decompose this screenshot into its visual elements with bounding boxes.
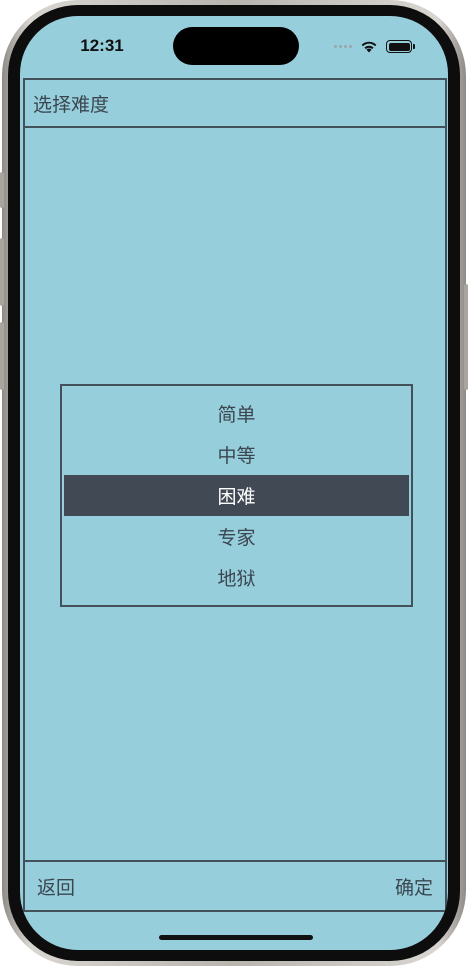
footer-bar: 返回 确定 <box>25 860 445 910</box>
wifi-icon <box>361 41 377 53</box>
screen: 12:31 选择难度 简单 中等 困难 专家 地狱 返回 确定 <box>20 16 448 950</box>
signal-dots-icon <box>334 45 352 48</box>
header-bar: 选择难度 <box>25 80 445 128</box>
side-button-power <box>464 284 468 390</box>
page-title: 选择难度 <box>33 93 110 116</box>
confirm-button[interactable]: 确定 <box>395 873 433 900</box>
side-button-action <box>0 172 4 208</box>
difficulty-option[interactable]: 地狱 <box>64 557 409 598</box>
status-time: 12:31 <box>80 36 124 55</box>
difficulty-option[interactable]: 专家 <box>64 516 409 557</box>
difficulty-option[interactable]: 简单 <box>64 393 409 434</box>
phone-frame: 12:31 选择难度 简单 中等 困难 专家 地狱 返回 确定 <box>0 0 468 966</box>
dynamic-island <box>173 27 299 65</box>
side-button-volume-down <box>0 322 4 390</box>
difficulty-picker[interactable]: 简单 中等 困难 专家 地狱 <box>60 384 413 607</box>
home-indicator[interactable] <box>159 935 313 940</box>
battery-icon <box>386 40 415 53</box>
game-panel: 选择难度 简单 中等 困难 专家 地狱 返回 确定 <box>23 78 447 912</box>
side-button-volume-up <box>0 238 4 306</box>
difficulty-option[interactable]: 中等 <box>64 434 409 475</box>
status-icons <box>334 40 415 53</box>
back-button[interactable]: 返回 <box>37 873 75 900</box>
difficulty-option-selected[interactable]: 困难 <box>64 475 409 516</box>
